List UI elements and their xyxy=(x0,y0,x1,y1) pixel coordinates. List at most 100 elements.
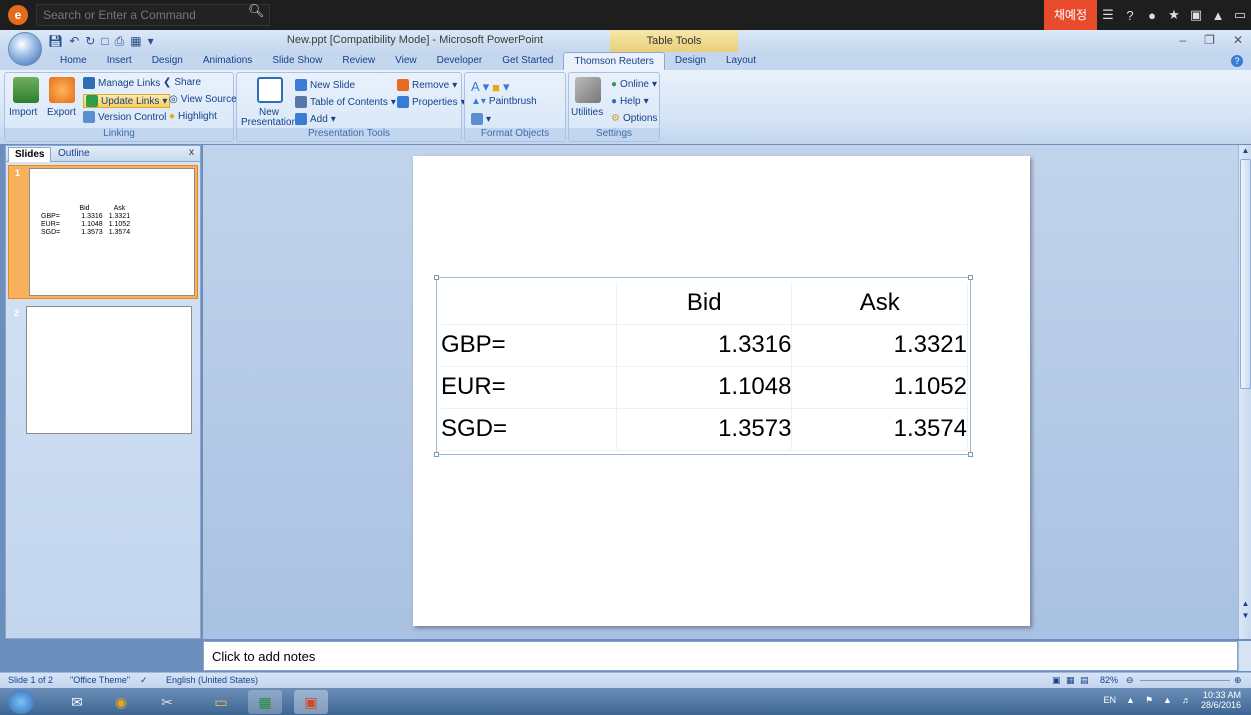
export-button[interactable]: Export xyxy=(47,107,76,118)
notes-scrollbar[interactable] xyxy=(1238,641,1251,671)
paintbrush-button[interactable]: ▲▾ Paintbrush xyxy=(471,96,537,107)
tab-outline[interactable]: Outline xyxy=(52,147,96,162)
table-cell[interactable]: 1.3316 xyxy=(616,324,793,367)
chart-format-button[interactable]: ▾ xyxy=(471,113,491,125)
version-control-button[interactable]: Version Control xyxy=(83,111,166,123)
export-icon[interactable] xyxy=(49,77,75,103)
table-cell[interactable]: 1.3574 xyxy=(791,408,968,451)
options-button[interactable]: ⚙ Options xyxy=(611,113,657,124)
snipping-tool-icon[interactable]: ✂ xyxy=(150,690,184,714)
normal-view-icon[interactable]: ▣ xyxy=(1052,675,1061,686)
scrollbar-thumb[interactable] xyxy=(1240,159,1251,389)
new-presentation-icon[interactable] xyxy=(257,77,283,103)
tab-slide-show[interactable]: Slide Show xyxy=(262,52,332,70)
share-button[interactable]: ❮ Share xyxy=(163,77,201,88)
app-logo-icon[interactable]: e xyxy=(8,5,28,25)
table-cell[interactable]: SGD= xyxy=(441,408,617,451)
window-icon[interactable]: ▭ xyxy=(1229,7,1251,23)
highlight-button[interactable]: ● Highlight xyxy=(169,111,217,122)
tab-design[interactable]: Design xyxy=(142,52,193,70)
tab-view[interactable]: View xyxy=(385,52,427,70)
pane-close-icon[interactable]: x xyxy=(189,147,194,158)
zoom-slider[interactable] xyxy=(1140,680,1230,681)
volume-icon[interactable]: ♬ xyxy=(1182,695,1191,705)
menu-icon[interactable]: ☰ xyxy=(1097,7,1119,23)
table-header-ask[interactable]: Ask xyxy=(791,282,968,325)
language-indicator[interactable]: English (United States) xyxy=(166,675,258,685)
add-button[interactable]: Add ▾ xyxy=(295,113,336,125)
slide-2-thumbnail[interactable] xyxy=(26,306,192,434)
slide-1-thumbnail[interactable]: Bid Ask GBP= 1.3316 1.3321 EUR= 1.1048 1.1052… xyxy=(29,168,195,296)
table-cell[interactable]: 1.1048 xyxy=(616,366,793,409)
tab-home[interactable]: Home xyxy=(50,52,97,70)
remove-button[interactable]: Remove ▾ xyxy=(397,79,457,91)
vertical-scrollbar[interactable]: ▲ ▲ ▼ xyxy=(1238,145,1251,639)
tab-thomson-reuters[interactable]: Thomson Reuters xyxy=(563,52,665,70)
search-icon[interactable]: 🔍︎ xyxy=(248,3,265,19)
font-format-icon[interactable]: A ▾ ■ ▾ xyxy=(471,79,509,95)
notes-pane[interactable]: Click to add notes xyxy=(203,641,1238,671)
chrome-icon[interactable]: ◉ xyxy=(104,690,138,714)
tab-table-design[interactable]: Design xyxy=(665,52,716,70)
table-selection-frame[interactable]: Bid Ask GBP= 1.3316 1.3321 EUR= 1.1048 1… xyxy=(434,275,973,457)
help-button[interactable]: ● Help ▾ xyxy=(611,96,649,107)
spellcheck-icon[interactable]: ✓ xyxy=(140,675,148,686)
pin-icon[interactable]: ▲ xyxy=(1207,8,1229,23)
help-icon[interactable]: ? xyxy=(1119,8,1141,23)
import-button[interactable]: Import xyxy=(9,107,37,118)
theme-indicator[interactable]: "Office Theme" xyxy=(70,675,130,685)
flag-icon[interactable]: ⚑ xyxy=(1145,695,1153,706)
slide-thumbnail-selected[interactable]: 1 Bid Ask GBP= 1.3316 1.3321 EUR= 1.1048 1.10… xyxy=(8,165,198,299)
minimize-icon[interactable]: – xyxy=(1179,33,1186,47)
powerpoint-icon[interactable]: ▣ xyxy=(294,690,328,714)
table-cell[interactable]: 1.3573 xyxy=(616,408,793,451)
resize-handle[interactable] xyxy=(434,275,439,280)
utilities-icon[interactable] xyxy=(575,77,601,103)
table-cell[interactable]: EUR= xyxy=(441,366,617,409)
star-icon[interactable]: ★ xyxy=(1163,7,1185,23)
close-icon[interactable]: ✕ xyxy=(1233,33,1243,47)
scroll-up-icon[interactable]: ▲ xyxy=(1240,146,1251,158)
import-icon[interactable] xyxy=(13,77,39,103)
prev-slide-icon[interactable]: ▲ xyxy=(1240,599,1251,611)
office-button[interactable] xyxy=(8,32,42,66)
next-slide-icon[interactable]: ▼ xyxy=(1240,611,1251,623)
tab-slides[interactable]: Slides xyxy=(8,147,52,162)
resize-handle[interactable] xyxy=(968,275,973,280)
table-of-contents-button[interactable]: Table of Contents ▾ xyxy=(295,96,396,108)
manage-links-button[interactable]: Manage Links xyxy=(83,77,160,89)
clock[interactable]: 10:33 AM 28/6/2016 xyxy=(1201,690,1241,710)
update-links-button[interactable]: Update Links ▾ xyxy=(83,94,171,108)
online-button[interactable]: ● Online ▾ xyxy=(611,79,657,90)
tab-table-layout[interactable]: Layout xyxy=(716,52,766,70)
slide-canvas[interactable]: Bid Ask GBP= 1.3316 1.3321 EUR= 1.1048 1… xyxy=(413,156,1030,626)
briefcase-icon[interactable]: ▣ xyxy=(1185,7,1207,23)
start-button[interactable] xyxy=(8,690,34,714)
table-cell[interactable] xyxy=(441,282,617,325)
tab-get-started[interactable]: Get Started xyxy=(492,52,563,70)
table-header-bid[interactable]: Bid xyxy=(616,282,793,325)
explorer-icon[interactable]: ▭ xyxy=(204,690,238,714)
slide-show-icon[interactable]: ▤ xyxy=(1080,675,1089,686)
utilities-button[interactable]: Utilities xyxy=(571,107,603,118)
korean-button[interactable]: 채예정 xyxy=(1043,0,1097,30)
table-cell[interactable]: 1.3321 xyxy=(791,324,968,367)
resize-handle[interactable] xyxy=(434,452,439,457)
chat-icon[interactable]: ● xyxy=(1141,8,1163,23)
tray-expand-icon[interactable]: ▲ xyxy=(1126,695,1135,705)
outlook-icon[interactable]: ✉ xyxy=(60,690,94,714)
tab-animations[interactable]: Animations xyxy=(193,52,262,70)
restore-icon[interactable]: ❐ xyxy=(1204,33,1215,47)
tab-insert[interactable]: Insert xyxy=(97,52,142,70)
resize-handle[interactable] xyxy=(968,452,973,457)
properties-button[interactable]: Properties▾ xyxy=(397,96,466,108)
network-icon[interactable]: ▲ xyxy=(1163,695,1172,705)
table-cell[interactable]: 1.1052 xyxy=(791,366,968,409)
input-language[interactable]: EN xyxy=(1104,695,1117,705)
rates-table[interactable]: Bid Ask GBP= 1.3316 1.3321 EUR= 1.1048 1… xyxy=(441,282,968,451)
new-presentation-label-2[interactable]: Presentation xyxy=(241,117,297,128)
ribbon-help-icon[interactable]: ? xyxy=(1231,55,1243,67)
slide-sorter-icon[interactable]: ▦ xyxy=(1066,675,1075,686)
zoom-out-icon[interactable]: ⊖ xyxy=(1126,675,1134,686)
tab-developer[interactable]: Developer xyxy=(427,52,493,70)
